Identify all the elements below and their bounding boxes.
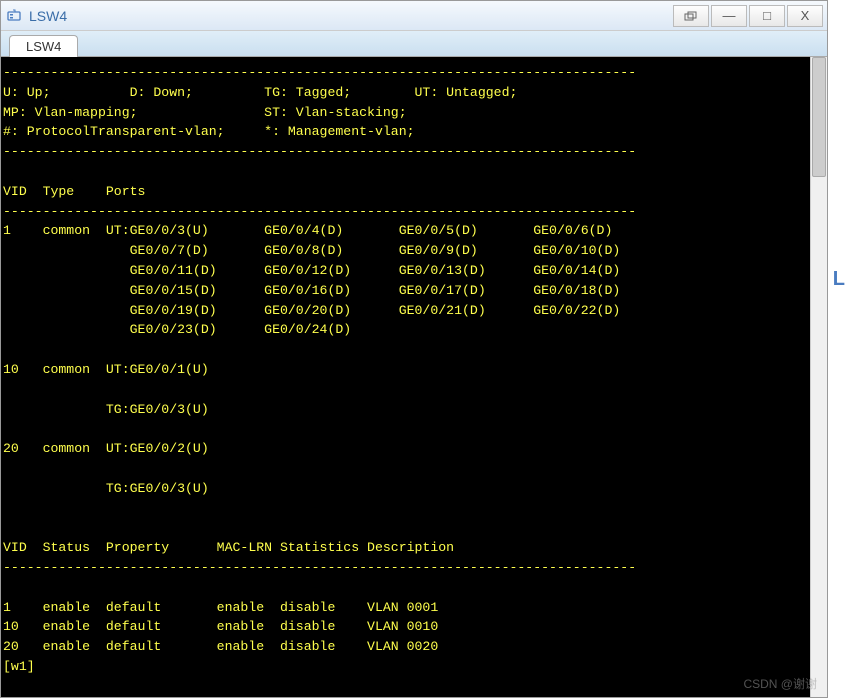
app-icon bbox=[5, 7, 23, 25]
titlebar[interactable]: LSW4 — □ X bbox=[1, 1, 827, 31]
window-extra-button[interactable] bbox=[673, 5, 709, 27]
terminal-wrapper: ----------------------------------------… bbox=[1, 57, 827, 697]
scrollbar[interactable] bbox=[810, 57, 827, 697]
window-controls: — □ X bbox=[673, 5, 823, 27]
scrollbar-thumb[interactable] bbox=[812, 57, 826, 177]
maximize-button[interactable]: □ bbox=[749, 5, 785, 27]
window-title: LSW4 bbox=[29, 8, 673, 24]
background-strip bbox=[828, 0, 847, 698]
close-button[interactable]: X bbox=[787, 5, 823, 27]
minimize-button[interactable]: — bbox=[711, 5, 747, 27]
app-window: LSW4 — □ X LSW4 ------------------------… bbox=[0, 0, 828, 698]
background-letter: L bbox=[833, 268, 845, 291]
tabbar: LSW4 bbox=[1, 31, 827, 57]
watermark-text: CSDN @谢谢 bbox=[743, 675, 817, 692]
terminal-output[interactable]: ----------------------------------------… bbox=[1, 57, 810, 697]
tab-lsw4[interactable]: LSW4 bbox=[9, 35, 78, 57]
